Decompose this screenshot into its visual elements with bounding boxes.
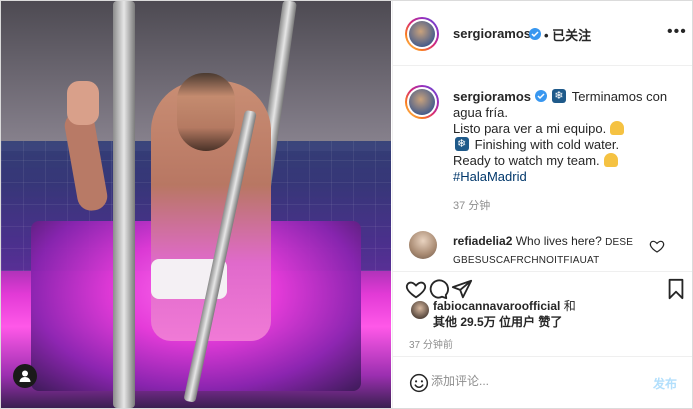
photo-person-head [177, 73, 235, 151]
user-tag-icon[interactable] [13, 364, 37, 388]
liker-username[interactable]: fabiocannavaroofficial [433, 299, 560, 313]
caption-username[interactable]: sergioramos [453, 89, 531, 104]
comment-text: Who lives here? [515, 234, 602, 248]
likes-others[interactable]: 其他 29.5万 位用户 赞了 [433, 315, 562, 329]
caption-line-4: Ready to watch my team. [453, 153, 600, 168]
caption-time: 37 分钟 [453, 200, 491, 212]
bookmark-icon[interactable] [665, 278, 687, 300]
commenter-username[interactable]: refiadelia2 [453, 234, 512, 248]
following-status[interactable]: • 已关注 [544, 25, 591, 44]
flexed-biceps-emoji-icon [610, 121, 625, 135]
emoji-icon[interactable] [409, 373, 429, 393]
author-username[interactable]: sergioramos [453, 26, 531, 41]
post-caption: sergioramos Terminamos con agua fría. Li… [453, 88, 685, 185]
caption-line-2: Listo para ver a mi equipo. [453, 121, 607, 136]
heart-icon[interactable] [405, 278, 427, 300]
hashtag-link[interactable]: #HalaMadrid [453, 169, 685, 185]
photo-person-hand [67, 81, 99, 125]
post-photo[interactable] [1, 1, 391, 408]
caption-line-3: Finishing with cold water. [474, 137, 620, 152]
post-comment-button[interactable]: 发布 [653, 375, 677, 392]
add-comment-input[interactable] [431, 374, 631, 388]
comment-item: refiadelia2 Who lives here? DESE GBESUSC… [453, 233, 653, 269]
comment-like-heart-icon[interactable] [649, 238, 665, 254]
verified-badge-icon [529, 28, 541, 40]
post-header: sergioramos • 已关注 ••• [393, 1, 692, 66]
author-avatar[interactable] [405, 17, 439, 51]
post-side-panel: sergioramos • 已关注 ••• sergioramos Termin… [392, 1, 692, 408]
likes-and: 和 [563, 299, 576, 313]
more-options-icon[interactable]: ••• [667, 23, 687, 41]
likes-summary: fabiocannavaroofficial 和 其他 29.5万 位用户 赞了 [433, 298, 683, 330]
comment-icon[interactable] [427, 278, 449, 300]
caption-avatar[interactable] [405, 85, 439, 119]
photo-pole-left [113, 1, 135, 408]
share-icon[interactable] [451, 278, 473, 300]
post-timestamp: 37 分钟前 [409, 340, 453, 351]
verified-badge-icon [534, 90, 547, 102]
instagram-post-modal: sergioramos • 已关注 ••• sergioramos Termin… [0, 0, 693, 409]
snowflake-emoji-icon [552, 88, 567, 104]
liker-avatar[interactable] [411, 301, 429, 319]
snowflake-emoji-icon [455, 136, 469, 152]
add-comment-bar: 发布 [393, 356, 692, 408]
commenter-avatar[interactable] [409, 231, 437, 259]
flexed-biceps-emoji-icon [603, 153, 618, 167]
